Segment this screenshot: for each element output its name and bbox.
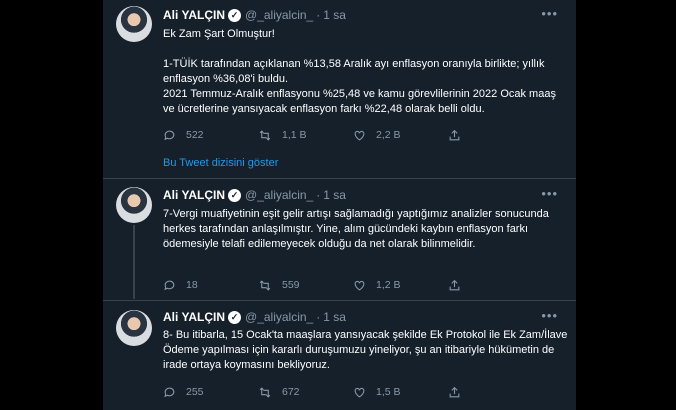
separator-dot: · xyxy=(316,8,321,22)
share-icon xyxy=(449,279,460,290)
separator-dot: · xyxy=(316,310,321,324)
like-count: 1,5 B xyxy=(376,386,401,398)
like-button[interactable]: 1,2 B xyxy=(353,278,448,292)
tweet-time[interactable]: 1 sa xyxy=(323,310,346,324)
like-count: 1,2 B xyxy=(376,279,401,291)
reply-icon xyxy=(164,387,175,397)
tweet-header: Ali YALÇIN ✓ @_aliyalcin_ · 1 sa xyxy=(163,6,346,24)
retweet-button[interactable]: 672 xyxy=(258,385,353,399)
verified-icon: ✓ xyxy=(228,188,242,202)
tweet-2[interactable]: Ali YALÇIN ✓ @_aliyalcin_ · 1 sa ••• 7-V… xyxy=(103,179,576,299)
tweet-text: Ek Zam Şart Olmuştur! 1-TÜİK tarafından … xyxy=(163,28,556,115)
retweet-button[interactable]: 559 xyxy=(258,278,353,292)
author-name[interactable]: Ali YALÇIN xyxy=(163,8,225,22)
tweet-time[interactable]: 1 sa xyxy=(323,8,346,22)
tweet-timeline: Ali YALÇIN ✓ @_aliyalcin_ · 1 sa ••• Ek … xyxy=(103,0,576,410)
share-button[interactable] xyxy=(448,385,543,399)
like-icon xyxy=(354,387,365,397)
share-button[interactable] xyxy=(448,278,543,292)
separator-dot: · xyxy=(316,188,321,202)
show-thread-link[interactable]: Bu Tweet dizisini göster xyxy=(163,157,278,169)
share-button[interactable] xyxy=(448,128,543,142)
reply-button[interactable]: 18 xyxy=(163,278,258,292)
like-icon xyxy=(354,130,365,140)
tweet-actions: 18 559 1,2 B xyxy=(163,278,543,292)
like-button[interactable]: 1,5 B xyxy=(353,385,448,399)
like-count: 2,2 B xyxy=(376,129,401,141)
tweet-actions: 255 672 1,5 B xyxy=(163,385,543,399)
verified-icon: ✓ xyxy=(228,310,242,324)
tweet-1[interactable]: Ali YALÇIN ✓ @_aliyalcin_ · 1 sa ••• Ek … xyxy=(103,0,576,150)
reply-icon xyxy=(164,280,175,290)
verified-icon: ✓ xyxy=(228,8,242,22)
avatar[interactable] xyxy=(116,310,152,346)
avatar[interactable] xyxy=(116,187,152,223)
retweet-icon xyxy=(259,279,271,291)
tweet-text: 7-Vergi muafiyetinin eşit gelir artışı s… xyxy=(163,208,549,250)
more-icon[interactable]: ••• xyxy=(541,308,558,323)
author-handle[interactable]: @_aliyalcin_ xyxy=(245,310,313,324)
retweet-count: 559 xyxy=(282,279,300,291)
more-icon[interactable]: ••• xyxy=(541,186,558,201)
avatar[interactable] xyxy=(116,6,152,42)
tweet-time[interactable]: 1 sa xyxy=(323,188,346,202)
author-name[interactable]: Ali YALÇIN xyxy=(163,188,225,202)
author-name[interactable]: Ali YALÇIN xyxy=(163,310,225,324)
share-icon xyxy=(449,386,460,397)
tweet-header: Ali YALÇIN ✓ @_aliyalcin_ · 1 sa xyxy=(163,186,346,204)
thread-line xyxy=(133,225,135,299)
retweet-icon xyxy=(259,386,271,398)
like-icon xyxy=(354,280,365,290)
reply-button[interactable]: 255 xyxy=(163,385,258,399)
retweet-count: 1,1 B xyxy=(282,129,307,141)
tweet-actions: 522 1,1 B 2,2 B xyxy=(163,128,543,142)
author-handle[interactable]: @_aliyalcin_ xyxy=(245,8,313,22)
tweet-header: Ali YALÇIN ✓ @_aliyalcin_ · 1 sa xyxy=(163,308,346,326)
author-handle[interactable]: @_aliyalcin_ xyxy=(245,188,313,202)
reply-count: 255 xyxy=(186,386,204,398)
reply-button[interactable]: 522 xyxy=(163,128,258,142)
retweet-icon xyxy=(259,129,271,141)
tweet-3[interactable]: Ali YALÇIN ✓ @_aliyalcin_ · 1 sa ••• 8- … xyxy=(103,301,576,410)
reply-icon xyxy=(164,130,175,140)
retweet-button[interactable]: 1,1 B xyxy=(258,128,353,142)
tweet-text: 8- Bu itibarla, 15 Ocak'ta maaşlara yans… xyxy=(163,329,568,371)
more-icon[interactable]: ••• xyxy=(541,6,558,21)
retweet-count: 672 xyxy=(282,386,300,398)
like-button[interactable]: 2,2 B xyxy=(353,128,448,142)
reply-count: 522 xyxy=(186,129,204,141)
reply-count: 18 xyxy=(186,279,198,291)
share-icon xyxy=(449,129,460,140)
